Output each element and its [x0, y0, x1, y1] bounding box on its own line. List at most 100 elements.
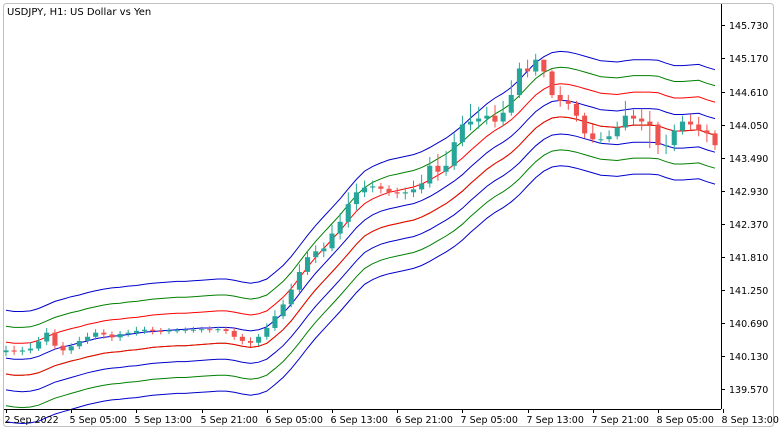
candle-bullish [215, 329, 221, 331]
time-tick-label: 6 Sep 21:00 [396, 415, 453, 426]
candle-bearish [101, 332, 107, 335]
candle-bullish [345, 204, 351, 222]
candle-bullish [671, 130, 677, 146]
price-tick-label: 141.810 [729, 253, 768, 264]
time-tick-label: 2 Sep 2022 [5, 415, 59, 426]
candle-bearish [582, 115, 588, 134]
candle-bearish [11, 350, 17, 352]
candle-bullish [133, 330, 139, 333]
time-tick-label: 8 Sep 13:00 [722, 415, 779, 426]
time-tick-label: 5 Sep 21:00 [201, 415, 258, 426]
candle-bearish [150, 329, 156, 331]
candle-bullish [476, 118, 482, 122]
candle-bearish [109, 334, 115, 338]
candle-bullish [598, 139, 604, 141]
candle-bullish [329, 233, 335, 249]
candle-bullish [27, 348, 33, 351]
candle-bullish [459, 124, 465, 143]
candle-bullish [36, 341, 42, 349]
time-tick-label: 6 Sep 05:00 [266, 415, 323, 426]
candle-bullish [288, 289, 294, 305]
price-tick-label: 140.690 [729, 319, 768, 330]
price-tick-label: 144.610 [729, 88, 768, 99]
candle-bearish [549, 71, 555, 96]
price-tick-label: 145.730 [729, 21, 768, 32]
candle-bearish [525, 68, 531, 72]
candle-bullish [296, 272, 302, 290]
time-tick-label: 8 Sep 05:00 [657, 415, 714, 426]
candle-bullish [606, 136, 612, 140]
candle-bullish [125, 332, 131, 334]
candle-bullish [19, 350, 25, 352]
candle-bullish [256, 336, 262, 343]
candle-bullish [3, 350, 9, 353]
candle-bearish [394, 192, 400, 194]
candle-bullish [313, 251, 319, 258]
candle-bearish [712, 133, 718, 146]
candle-bearish [541, 59, 547, 72]
candle-bearish [378, 186, 384, 189]
candle-bullish [443, 165, 449, 172]
candle-bullish [85, 336, 91, 341]
candle-bullish [353, 192, 359, 205]
time-tick-label: 7 Sep 21:00 [592, 415, 649, 426]
candle-bullish [190, 329, 196, 331]
candle-bearish [565, 100, 571, 104]
candle-bullish [117, 333, 123, 338]
candle-bullish [663, 145, 669, 147]
candle-bearish [647, 121, 653, 125]
candle-bullish [614, 127, 620, 137]
candle-bullish [44, 332, 50, 342]
candle-bearish [557, 95, 563, 101]
candle-bearish [248, 341, 254, 343]
candle-bullish [264, 328, 270, 337]
candle-bullish [142, 329, 148, 331]
candle-bearish [704, 130, 710, 134]
candle-bearish [60, 345, 66, 351]
candle-bearish [590, 133, 596, 140]
candle-bearish [231, 330, 237, 337]
chart-frame [3, 3, 774, 427]
price-tick-label: 145.170 [729, 54, 768, 65]
price-tick-label: 142.370 [729, 220, 768, 231]
candle-bearish [639, 118, 645, 122]
price-tick-label: 143.490 [729, 154, 768, 165]
candle-bullish [508, 95, 514, 113]
candle-bearish [223, 329, 229, 331]
candle-bullish [419, 183, 425, 190]
candle-bearish [158, 330, 164, 332]
candle-bullish [451, 142, 457, 166]
candle-bullish [622, 115, 628, 128]
candle-bullish [166, 330, 172, 332]
candle-bullish [402, 192, 408, 194]
time-tick-label: 5 Sep 13:00 [135, 415, 192, 426]
price-tick-label: 144.050 [729, 121, 768, 132]
price-chart[interactable]: 145.730 145.170 144.610 144.050 143.490 142.9… [0, 0, 780, 431]
time-tick-label: 6 Sep 13:00 [331, 415, 388, 426]
time-tick-label: 5 Sep 05:00 [70, 415, 127, 426]
price-tick-label: 140.130 [729, 352, 768, 363]
candle-bullish [410, 189, 416, 193]
candle-bullish [427, 165, 433, 184]
candle-bearish [207, 329, 213, 331]
candle-bullish [533, 59, 539, 72]
candle-bullish [305, 257, 311, 272]
candle-bullish [76, 341, 82, 347]
candle-bullish [500, 112, 506, 122]
candle-bearish [696, 124, 702, 131]
candle-bullish [280, 304, 286, 317]
price-tick-label: 142.930 [729, 187, 768, 198]
candle-bullish [468, 121, 474, 125]
candle-bullish [370, 186, 376, 188]
chart-title: USDJPY, H1: US Dollar vs Yen [7, 7, 151, 18]
candle-bullish [679, 121, 685, 131]
candle-bullish [68, 346, 74, 351]
price-tick-label: 139.570 [729, 385, 768, 396]
candle-bearish [688, 121, 694, 125]
candle-bullish [182, 329, 188, 331]
candle-bearish [492, 115, 498, 122]
candle-bearish [386, 188, 392, 193]
candle-bearish [631, 115, 637, 119]
candle-bullish [93, 332, 99, 337]
candle-bullish [337, 221, 343, 234]
